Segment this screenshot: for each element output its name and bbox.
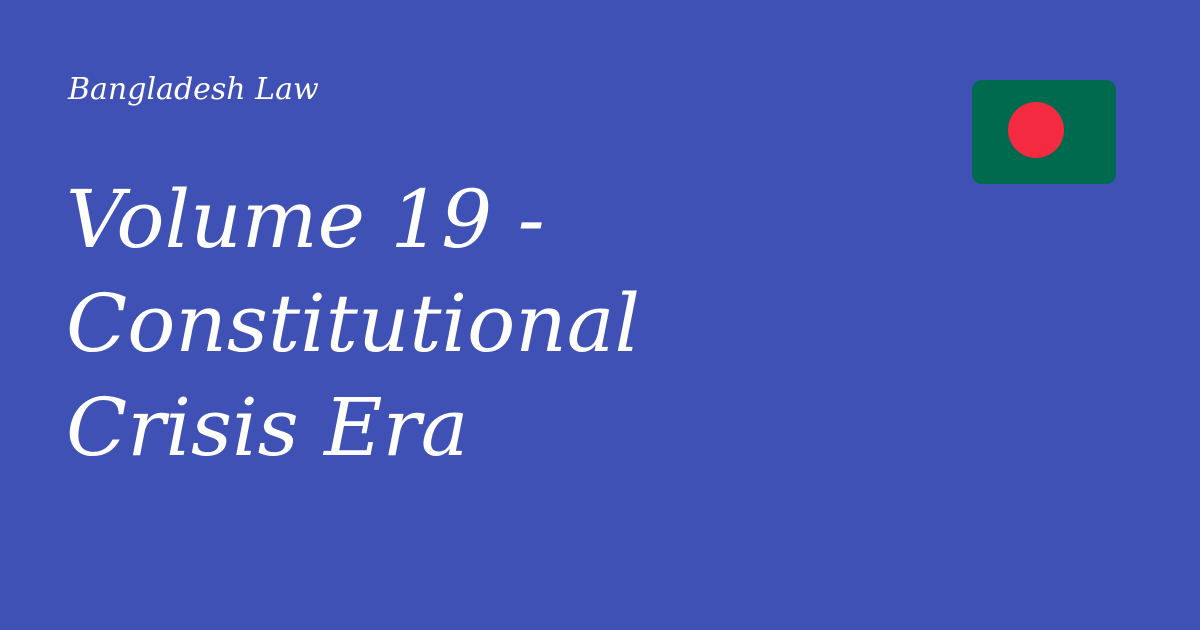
title-line: Crisis Era	[66, 381, 469, 474]
site-label: Bangladesh Law	[68, 72, 319, 107]
page-title: Volume 19 - Constitutional Crisis Era	[66, 168, 826, 480]
title-line: Constitutional	[66, 277, 641, 370]
flag-red-disc	[1008, 102, 1064, 158]
title-line: Volume 19 -	[66, 173, 545, 266]
bangladesh-flag-icon	[972, 80, 1116, 184]
social-card: Bangladesh Law Volume 19 - Constitutiona…	[0, 0, 1200, 630]
